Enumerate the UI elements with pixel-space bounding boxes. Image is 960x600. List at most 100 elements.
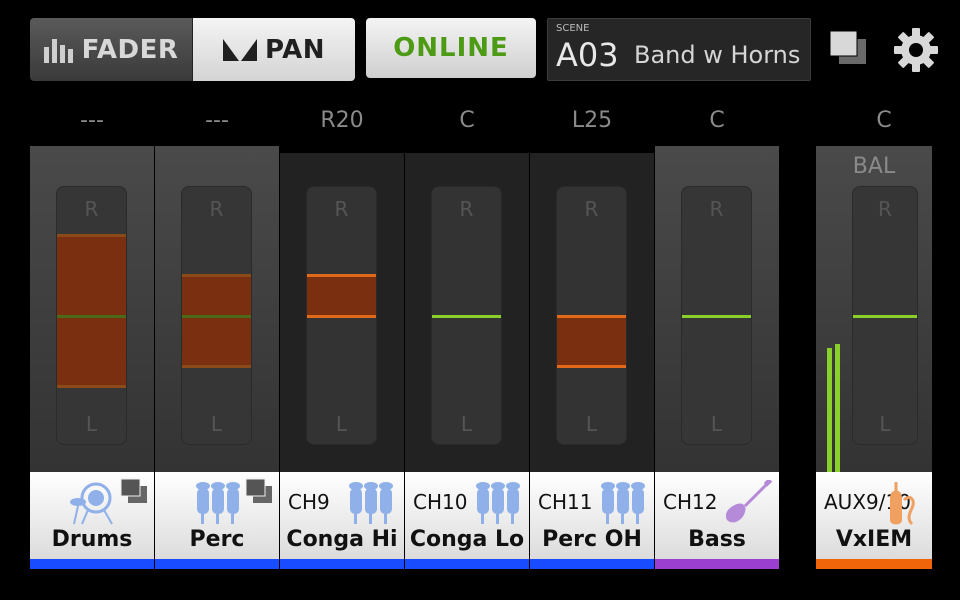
- bongo-icon: [476, 482, 520, 524]
- track-left-label: L: [210, 412, 223, 436]
- channel-label-ch10[interactable]: CH10 Conga Lo: [405, 472, 529, 559]
- pan-band-edge: [182, 365, 251, 368]
- view-mode-switch: FADER PAN: [30, 18, 355, 81]
- pan-view-button[interactable]: PAN: [193, 18, 355, 81]
- pan-value: ---: [205, 108, 229, 133]
- level-meter-right: [835, 344, 840, 472]
- balance-position-line: [853, 315, 917, 318]
- fader-icon: [43, 38, 73, 63]
- channel-name: Perc: [189, 527, 245, 552]
- channel-name: VxIEM: [835, 527, 913, 552]
- balance-strip-aux9-10[interactable]: BAL R L: [816, 146, 932, 472]
- pan-band-edge: [182, 274, 251, 277]
- window-overlap-icon[interactable]: [828, 28, 868, 68]
- pan-strip-ch9[interactable]: R L: [280, 153, 404, 472]
- channel-color-bar: [155, 559, 279, 569]
- drum-kit-icon: [70, 482, 113, 525]
- pan-value: C: [876, 108, 892, 133]
- level-meter-left: [827, 348, 832, 472]
- pan-position-band: [307, 275, 376, 317]
- channel-label-aux9-10[interactable]: AUX9/10 VxIEM: [816, 472, 932, 559]
- channel-label-ch12[interactable]: CH12 Bass: [655, 472, 779, 559]
- track-left-label: L: [710, 412, 723, 436]
- pan-strip-drums[interactable]: R L: [30, 146, 154, 472]
- scene-display[interactable]: SCENE A03 Band w Horns: [547, 18, 811, 81]
- track-left-label: L: [85, 412, 98, 436]
- pan-value: ---: [80, 108, 104, 133]
- pan-band-edge: [57, 385, 126, 388]
- channel-color-bar: [655, 559, 779, 569]
- in-ear-monitor-icon: [890, 482, 915, 526]
- bongo-icon: [196, 482, 240, 524]
- track-right-label: R: [209, 197, 224, 221]
- channel-id: CH12: [663, 490, 718, 514]
- pan-track[interactable]: R L: [56, 186, 127, 445]
- pan-track[interactable]: R L: [681, 186, 752, 445]
- pan-track[interactable]: R L: [556, 186, 627, 445]
- pan-strip-perc[interactable]: R L: [155, 146, 279, 472]
- channel-color-bar: [30, 559, 154, 569]
- channel-color-bar: [280, 559, 404, 569]
- track-right-label: R: [84, 197, 99, 221]
- track-left-label: L: [585, 412, 598, 436]
- pan-view-label: PAN: [264, 34, 326, 65]
- pan-band-edge: [57, 234, 126, 237]
- track-right-label: R: [584, 197, 599, 221]
- channel-name: Perc OH: [542, 527, 642, 552]
- channel-label-ch11[interactable]: CH11 Perc OH: [530, 472, 654, 559]
- channel-name: Conga Hi: [286, 527, 398, 552]
- balance-label: BAL: [852, 154, 896, 179]
- track-right-label: R: [459, 197, 474, 221]
- scene-number: A03: [556, 36, 619, 74]
- pan-strip-ch11[interactable]: R L: [530, 153, 654, 472]
- pan-position-band: [557, 315, 626, 367]
- track-left-label: L: [879, 412, 891, 436]
- pan-track[interactable]: R L: [431, 186, 502, 445]
- pan-center-marker: [307, 315, 376, 318]
- pan-position-line: [307, 274, 376, 277]
- channel-label-ch9[interactable]: CH9 Conga Hi: [280, 472, 404, 559]
- pan-center-line: [182, 315, 251, 318]
- channel-color-bar: [405, 559, 529, 569]
- pan-position-line: [682, 315, 751, 318]
- track-right-label: R: [709, 197, 724, 221]
- track-left-label: L: [460, 412, 473, 436]
- track-right-label: R: [878, 197, 892, 221]
- fader-view-button[interactable]: FADER: [30, 18, 193, 81]
- pan-value: C: [459, 108, 475, 133]
- pan-strip-ch12[interactable]: R L: [655, 146, 779, 472]
- pan-track[interactable]: R L: [181, 186, 252, 445]
- channel-color-bar: [530, 559, 654, 569]
- bongo-icon: [349, 482, 393, 524]
- pan-track[interactable]: R L: [306, 186, 377, 445]
- pan-value: R20: [320, 108, 364, 133]
- pan-value: L25: [571, 108, 613, 133]
- pan-center-marker: [557, 315, 626, 318]
- scene-name: Band w Horns: [634, 41, 801, 69]
- channel-id: CH10: [413, 490, 468, 514]
- channel-id: CH9: [288, 490, 330, 514]
- pan-position-line: [432, 315, 501, 318]
- pan-icon: [222, 38, 257, 61]
- bongo-icon: [601, 482, 645, 524]
- pan-width-band: [182, 275, 251, 367]
- channel-name: Drums: [51, 527, 133, 552]
- pan-value: C: [709, 108, 725, 133]
- channel-color-bar: [816, 559, 932, 569]
- pan-strip-ch10[interactable]: R L: [405, 153, 529, 472]
- pan-center-line: [57, 315, 126, 318]
- linked-channels-icon: [120, 478, 147, 503]
- channel-name: Bass: [688, 527, 746, 552]
- balance-track[interactable]: R L: [852, 186, 918, 445]
- channel-label-drums[interactable]: Drums: [30, 472, 154, 559]
- linked-channels-icon: [245, 478, 272, 503]
- track-left-label: L: [335, 412, 348, 436]
- channel-id: CH11: [538, 490, 593, 514]
- pan-position-line: [557, 365, 626, 368]
- channel-label-perc[interactable]: Perc: [155, 472, 279, 559]
- online-button[interactable]: ONLINE: [366, 18, 536, 78]
- gear-icon[interactable]: [892, 26, 940, 74]
- bass-guitar-icon: [725, 480, 773, 523]
- pan-width-band: [57, 235, 126, 387]
- scene-caption: SCENE: [556, 23, 590, 34]
